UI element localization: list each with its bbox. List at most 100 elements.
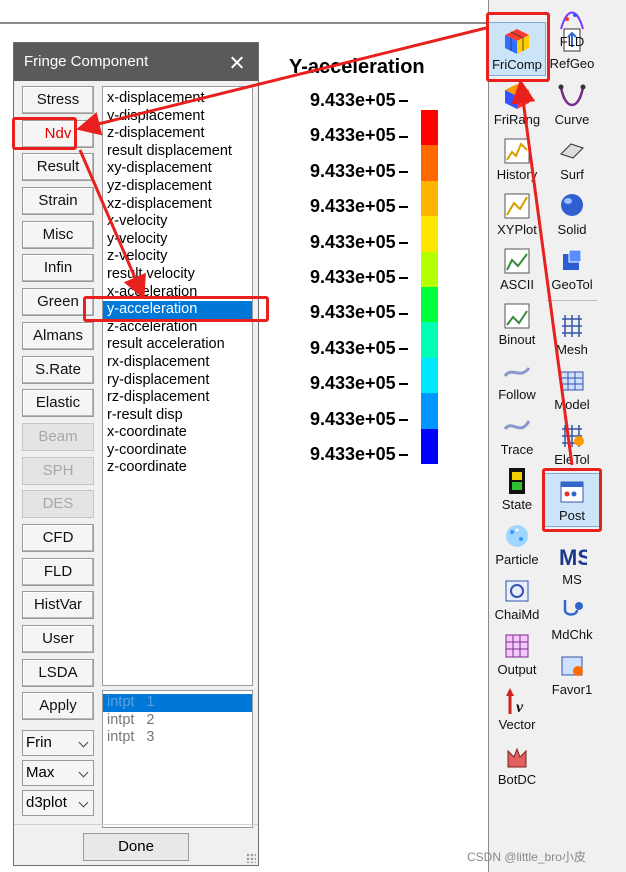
fld-button[interactable]: FLD — [22, 557, 94, 586]
geotol-icon — [557, 246, 587, 276]
component-item-y-coordinate[interactable]: y-coordinate — [103, 442, 252, 460]
component-item-y-velocity[interactable]: y-velocity — [103, 231, 252, 249]
dialog-separator — [14, 824, 258, 825]
apply-button[interactable]: Apply — [22, 692, 94, 721]
legend-tick-label: 9.433e+05 — [310, 232, 408, 253]
toolbar-model-button[interactable]: Model — [543, 363, 601, 417]
component-item-result-acceleration[interactable]: result acceleration — [103, 336, 252, 354]
watermark: CSDN @little_bro小皮 — [467, 850, 586, 864]
output-icon — [502, 631, 532, 661]
toolbar-state-button[interactable]: State — [488, 463, 546, 517]
s-rate-button[interactable]: S.Rate — [22, 355, 94, 384]
component-item-xy-displacement[interactable]: xy-displacement — [103, 160, 252, 178]
component-item-z-velocity[interactable]: z-velocity — [103, 248, 252, 266]
legend-value: 9.433e+05 — [310, 231, 396, 252]
toolbar-surf-button[interactable]: Surf — [543, 133, 601, 187]
toolbar-mdchk-button[interactable]: MdChk — [543, 593, 601, 647]
d3plot-dropdown[interactable]: d3plot — [22, 790, 94, 816]
resize-grip-icon[interactable] — [246, 853, 256, 863]
toolbar-follow-button[interactable]: Follow — [488, 353, 546, 407]
legend-value: 9.433e+05 — [310, 444, 396, 464]
curve-icon — [557, 81, 587, 111]
misc-button[interactable]: Misc — [22, 220, 94, 249]
toolbar-favor1-button[interactable]: Favor1 — [543, 648, 601, 702]
toolbar-xyplot-button[interactable]: XYPlot — [488, 188, 546, 242]
legend-tick-label: 9.433e+05 — [310, 267, 408, 288]
infin-button[interactable]: Infin — [22, 254, 94, 283]
component-item-xz-displacement[interactable]: xz-displacement — [103, 196, 252, 214]
component-item-r-result-disp[interactable]: r-result disp — [103, 407, 252, 425]
lsda-button[interactable]: LSDA — [22, 658, 94, 687]
toolbar-output-button[interactable]: Output — [488, 628, 546, 682]
toolbar-botdc-button[interactable]: BotDC — [488, 738, 546, 792]
toolbar-label: BotDC — [497, 772, 537, 787]
toolbar-trace-button[interactable]: Trace — [488, 408, 546, 462]
svg-text:v: v — [516, 699, 524, 716]
intpt-item[interactable]: intpt 1 — [103, 694, 252, 712]
component-item-y-displacement[interactable]: y-displacement — [103, 108, 252, 126]
component-item-z-displacement[interactable]: z-displacement — [103, 125, 252, 143]
component-item-yz-displacement[interactable]: yz-displacement — [103, 178, 252, 196]
legend-value: 9.433e+05 — [310, 373, 396, 394]
svg-text:MS: MS — [559, 545, 587, 570]
dialog-title: Fringe Component — [24, 53, 149, 70]
toolbar-label: State — [501, 497, 533, 512]
fld-icon — [557, 3, 587, 33]
max-dropdown[interactable]: Max — [22, 760, 94, 786]
toolbar-fld-button[interactable]: FLD — [543, 0, 601, 54]
intpt-item[interactable]: intpt 3 — [103, 729, 252, 747]
colorbar-segment — [421, 145, 438, 181]
toolbar-binout-button[interactable]: Binout — [488, 298, 546, 352]
toolbar-curve-button[interactable]: Curve — [543, 78, 601, 132]
strain-button[interactable]: Strain — [22, 187, 94, 216]
toolbar-ascii-button[interactable]: ASCII — [488, 243, 546, 297]
done-button[interactable]: Done — [83, 833, 189, 861]
intpt-item[interactable]: intpt 2 — [103, 712, 252, 730]
stress-button[interactable]: Stress — [22, 86, 94, 114]
result-button[interactable]: Result — [22, 153, 94, 182]
histvar-button[interactable]: HistVar — [22, 591, 94, 620]
toolbar-particle-button[interactable]: Particle — [488, 518, 546, 572]
component-item-z-coordinate[interactable]: z-coordinate — [103, 459, 252, 477]
component-item-rx-displacement[interactable]: rx-displacement — [103, 354, 252, 372]
component-item-x-coordinate[interactable]: x-coordinate — [103, 424, 252, 442]
toolbar-solid-button[interactable]: Solid — [543, 188, 601, 242]
toolbar-label: ChaiMd — [494, 607, 540, 622]
toolbar-chaimd-button[interactable]: ChaiMd — [488, 573, 546, 627]
toolbar-geotol-button[interactable]: GeoTol — [543, 243, 601, 297]
toolbar-history-button[interactable]: History — [488, 133, 546, 187]
component-item-ry-displacement[interactable]: ry-displacement — [103, 372, 252, 390]
almans-button[interactable]: Almans — [22, 321, 94, 350]
intpt-number: 2 — [146, 711, 155, 728]
toolbar-mesh-button[interactable]: Mesh — [543, 308, 601, 362]
component-list[interactable]: x-displacement y-displacement z-displaceme… — [102, 86, 253, 686]
ascii-icon — [502, 246, 532, 276]
toolbar-vector-button[interactable]: v Vector — [488, 683, 546, 737]
toolbar-eletol-button[interactable]: EleTol — [543, 418, 601, 472]
toolbar-ms-button[interactable]: MS MS — [543, 538, 601, 592]
tick-mark — [398, 206, 408, 209]
component-item-result-displacement[interactable]: result displacement — [103, 143, 252, 161]
component-item-result-velocity[interactable]: result velocity — [103, 266, 252, 284]
toolbar-frirang-button[interactable]: FriRang — [488, 78, 546, 132]
intpt-list[interactable]: intpt 1 intpt 2 intpt 3 — [102, 690, 253, 828]
close-icon[interactable] — [230, 43, 244, 81]
legend-tick-label: 9.433e+05 — [310, 338, 408, 359]
legend-tick-label: 9.433e+05 — [310, 90, 408, 111]
legend-value: 9.433e+05 — [310, 125, 396, 146]
colorbar-segment — [421, 357, 438, 394]
user-button[interactable]: User — [22, 625, 94, 653]
fringe-type-dropdown[interactable]: Frin — [22, 730, 94, 756]
cfd-button[interactable]: CFD — [22, 523, 94, 552]
component-item-rz-displacement[interactable]: rz-displacement — [103, 389, 252, 407]
tick-mark — [398, 383, 408, 386]
elastic-button[interactable]: Elastic — [22, 389, 94, 418]
film-state-icon — [502, 466, 532, 496]
legend-value: 9.433e+05 — [310, 196, 396, 217]
chevron-down-icon — [78, 797, 89, 808]
component-item-x-displacement[interactable]: x-displacement — [103, 90, 252, 108]
surface-icon — [557, 136, 587, 166]
intpt-label: intpt — [107, 729, 135, 746]
component-item-x-velocity[interactable]: x-velocity — [103, 213, 252, 231]
binout-icon — [502, 301, 532, 331]
